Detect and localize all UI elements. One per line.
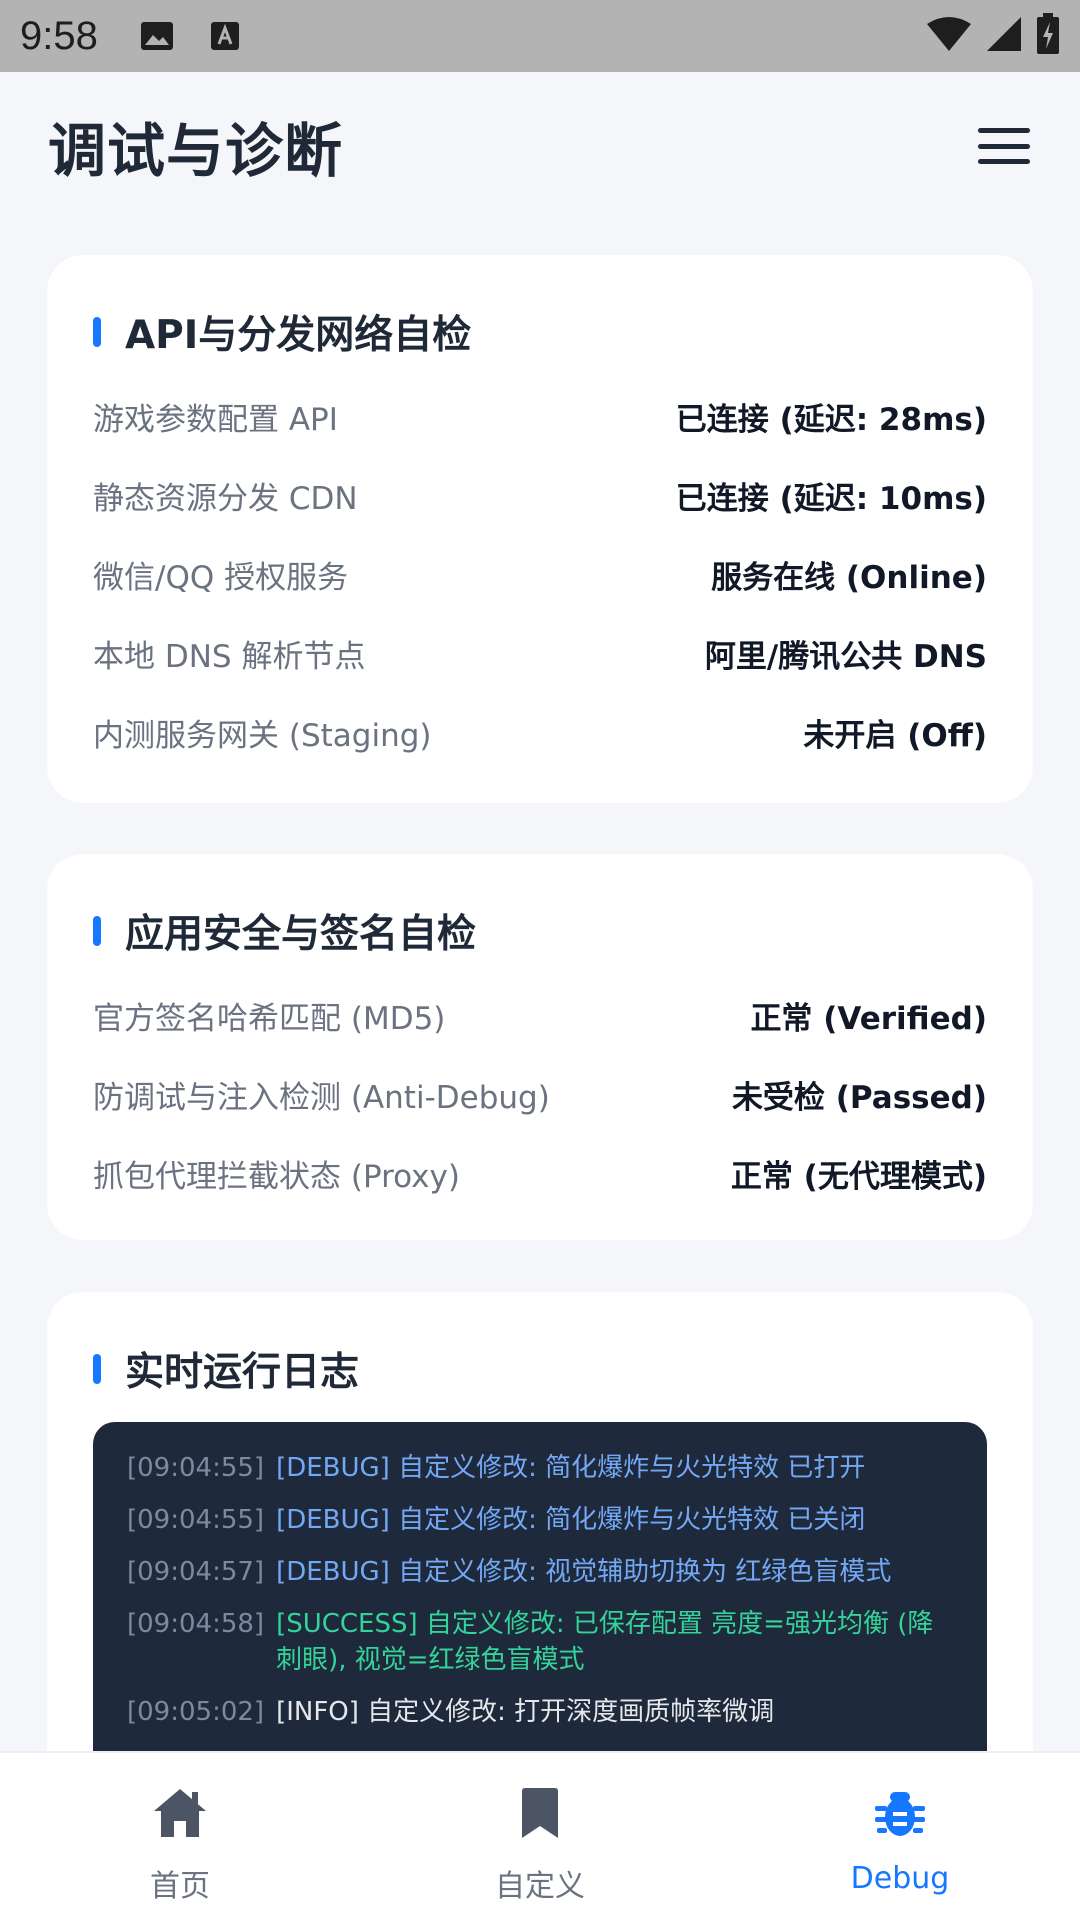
api-network-card: API与分发网络自检 游戏参数配置 API 已连接 (延迟: 28ms) 静态资… xyxy=(47,255,1033,803)
info-label: 内测服务网关 (Staging) xyxy=(93,718,432,754)
nav-label: 首页 xyxy=(150,1869,210,1904)
wifi-icon xyxy=(926,16,972,56)
nav-item-debug[interactable]: Debug xyxy=(720,1753,1080,1920)
card-heading: 实时运行日志 xyxy=(93,1344,987,1395)
info-value: 已连接 (延迟: 10ms) xyxy=(675,481,987,517)
log-message: [INFO] 自定义修改: 打开深度画质帧率微调 xyxy=(276,1697,775,1727)
info-value: 服务在线 (Online) xyxy=(711,560,987,596)
info-value: 未开启 (Off) xyxy=(803,718,987,754)
info-label: 官方签名哈希匹配 (MD5) xyxy=(93,1001,446,1037)
bookmark-icon xyxy=(510,1783,570,1843)
log-message: [DEBUG] 自定义修改: 简化爆炸与火光特效 已打开 xyxy=(276,1453,866,1483)
image-notification-icon xyxy=(140,21,174,51)
log-timestamp: [09:05:02] xyxy=(127,1697,265,1727)
nav-label: 自定义 xyxy=(495,1869,585,1904)
security-section-title: 应用安全与签名自检 xyxy=(125,912,477,957)
page-title: 调试与诊断 xyxy=(48,117,344,185)
info-row: 防调试与注入检测 (Anti-Debug) 未受检 (Passed) xyxy=(93,1055,987,1134)
heading-accent-bar xyxy=(93,317,101,347)
info-value: 正常 (无代理模式) xyxy=(730,1159,987,1195)
log-entry: [09:04:55] [DEBUG] 自定义修改: 简化爆炸与火光特效 已打开 xyxy=(127,1450,953,1486)
card-heading: 应用安全与签名自检 xyxy=(93,906,987,957)
info-row: 官方签名哈希匹配 (MD5) 正常 (Verified) xyxy=(93,976,987,1055)
log-message: [SUCCESS] 自定义修改: 已保存配置 亮度=强光均衡 (降刺眼), 视觉… xyxy=(276,1609,934,1675)
nav-label: Debug xyxy=(850,1861,950,1896)
info-label: 防调试与注入检测 (Anti-Debug) xyxy=(93,1080,550,1116)
info-label: 本地 DNS 解析节点 xyxy=(93,639,366,675)
info-value: 正常 (Verified) xyxy=(750,1001,987,1037)
info-label: 抓包代理拦截状态 (Proxy) xyxy=(93,1159,460,1195)
info-value: 阿里/腾讯公共 DNS xyxy=(704,639,987,675)
info-row: 抓包代理拦截状态 (Proxy) 正常 (无代理模式) xyxy=(93,1134,987,1213)
card-heading: API与分发网络自检 xyxy=(93,307,987,358)
info-row: 游戏参数配置 API 已连接 (延迟: 28ms) xyxy=(93,377,987,456)
info-row: 本地 DNS 解析节点 阿里/腾讯公共 DNS xyxy=(93,614,987,693)
log-entry: [09:04:58] [SUCCESS] 自定义修改: 已保存配置 亮度=强光均… xyxy=(127,1606,953,1678)
info-label: 游戏参数配置 API xyxy=(93,402,338,438)
info-label: 静态资源分发 CDN xyxy=(93,481,358,517)
api-section-title: API与分发网络自检 xyxy=(125,313,472,358)
log-timestamp: [09:04:57] xyxy=(127,1557,265,1587)
home-icon xyxy=(150,1783,210,1843)
log-timestamp: [09:04:58] xyxy=(127,1609,265,1639)
status-time: 9:58 xyxy=(20,13,98,58)
log-message: [DEBUG] 自定义修改: 视觉辅助切换为 红绿色盲模式 xyxy=(276,1557,892,1587)
log-entry: [09:05:02] [INFO] 自定义修改: 打开深度画质帧率微调 xyxy=(127,1694,953,1730)
battery-charging-icon xyxy=(1036,13,1060,59)
bottom-nav: 首页 自定义 Debug xyxy=(0,1751,1080,1920)
hamburger-menu-icon[interactable] xyxy=(976,124,1032,168)
log-entry: [09:04:57] [DEBUG] 自定义修改: 视觉辅助切换为 红绿色盲模式 xyxy=(127,1554,953,1590)
bug-icon xyxy=(870,1783,930,1843)
cellular-signal-icon xyxy=(986,16,1022,56)
heading-accent-bar xyxy=(93,916,101,946)
font-notification-icon xyxy=(210,21,244,51)
info-value: 未受检 (Passed) xyxy=(731,1080,987,1116)
log-section-title: 实时运行日志 xyxy=(125,1350,360,1395)
status-bar: 9:58 xyxy=(0,0,1080,72)
info-row: 内测服务网关 (Staging) 未开启 (Off) xyxy=(93,693,987,772)
heading-accent-bar xyxy=(93,1354,101,1384)
log-timestamp: [09:04:55] xyxy=(127,1453,265,1483)
app-header: 调试与诊断 xyxy=(0,72,1080,220)
info-row: 静态资源分发 CDN 已连接 (延迟: 10ms) xyxy=(93,456,987,535)
nav-item-home[interactable]: 首页 xyxy=(0,1753,360,1920)
security-check-card: 应用安全与签名自检 官方签名哈希匹配 (MD5) 正常 (Verified) 防… xyxy=(47,854,1033,1240)
log-message: [DEBUG] 自定义修改: 简化爆炸与火光特效 已关闭 xyxy=(276,1505,866,1535)
info-label: 微信/QQ 授权服务 xyxy=(93,560,349,596)
info-value: 已连接 (延迟: 28ms) xyxy=(675,402,987,438)
log-timestamp: [09:04:55] xyxy=(127,1505,265,1535)
info-row: 微信/QQ 授权服务 服务在线 (Online) xyxy=(93,535,987,614)
log-entry: [09:04:55] [DEBUG] 自定义修改: 简化爆炸与火光特效 已关闭 xyxy=(127,1502,953,1538)
nav-item-custom[interactable]: 自定义 xyxy=(360,1753,720,1920)
